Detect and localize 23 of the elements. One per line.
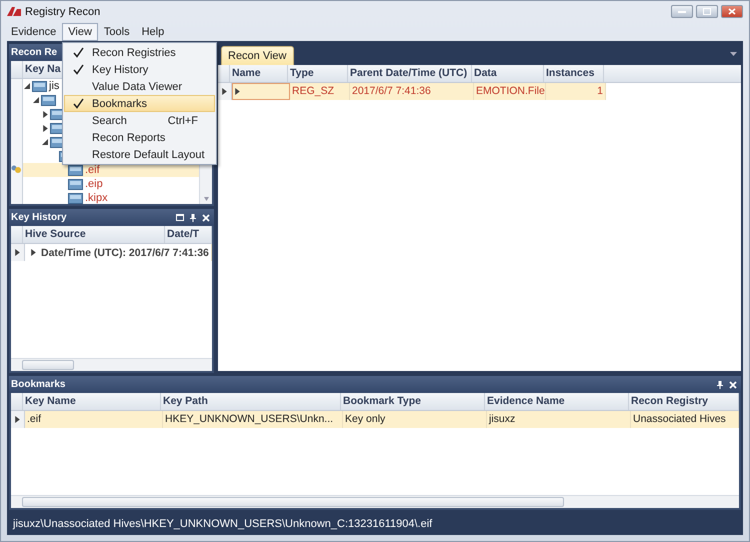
panel-title: Key History [11,212,67,223]
group-row-label: Date/Time (UTC): 2017/6/7 7:41:36 [41,246,209,258]
menu-entry-label: Restore Default Layout [92,148,206,160]
window-title: Registry Recon [25,6,100,18]
shortcut-label: Ctrl+F [168,114,199,126]
panel-title: Bookmarks [11,379,66,390]
menu-entry-label: Bookmarks [92,98,148,110]
menu-entry-label: Recon Reports [92,132,166,144]
menu-entry-label: Value Data Viewer [92,80,184,92]
menu-entry-label: Recon Registries [92,46,177,58]
table-cell: Unassociated Hives [631,411,739,428]
panel-title: Recon Re [11,47,58,58]
table-cell: 1 [546,83,606,100]
table-cell: Key only [343,411,487,428]
menu-entry-label: Key History [92,64,150,76]
table-cell: EMOTION.File [474,83,546,100]
table-cell: HKEY_UNKNOWN_USERS\Unkn... [163,411,343,428]
table-cell: REG_SZ [290,83,350,100]
table-cell: .eif [25,411,163,428]
table-cell: 2017/6/7 7:41:36 [350,83,474,100]
menu-entry-label: Search [92,114,128,126]
table-cell: jisuxz [487,411,631,428]
status-path: jisuxz\Unassociated Hives\HKEY_UNKNOWN_USERS\Unknown_C:13231611904\.eif [13,518,432,530]
